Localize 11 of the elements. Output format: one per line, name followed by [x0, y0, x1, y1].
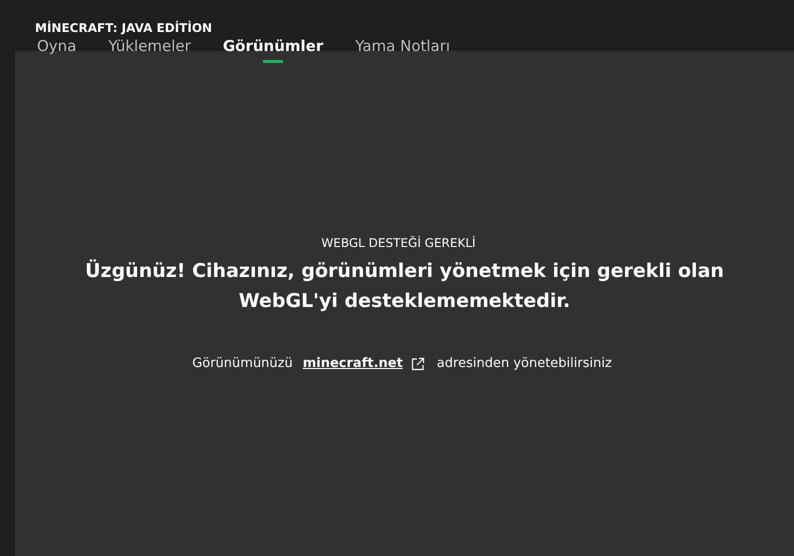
app-title: MİNECRAFT: JAVA EDİTİON — [35, 21, 214, 35]
error-message: Üzgünüz! Cihazınız, görünümleri yönetmek için gerekli olan WebGL'yi desteklememektedir. — [84, 258, 725, 314]
tab[interactable]: Görünümler — [222, 37, 324, 61]
tab[interactable]: Yama Notları — [355, 37, 450, 61]
error-label: WEBGL DESTEĞİ GEREKLİ — [321, 236, 476, 250]
website-link[interactable]: minecraft.net — [302, 356, 403, 371]
note-text: Görünümünüzü — [192, 356, 293, 371]
note-text: adresinden yönetebilirsiniz — [436, 356, 612, 371]
tab[interactable]: Yüklemeler — [108, 37, 191, 61]
external-link-icon — [410, 356, 425, 370]
tab[interactable]: Oyna — [37, 37, 76, 61]
